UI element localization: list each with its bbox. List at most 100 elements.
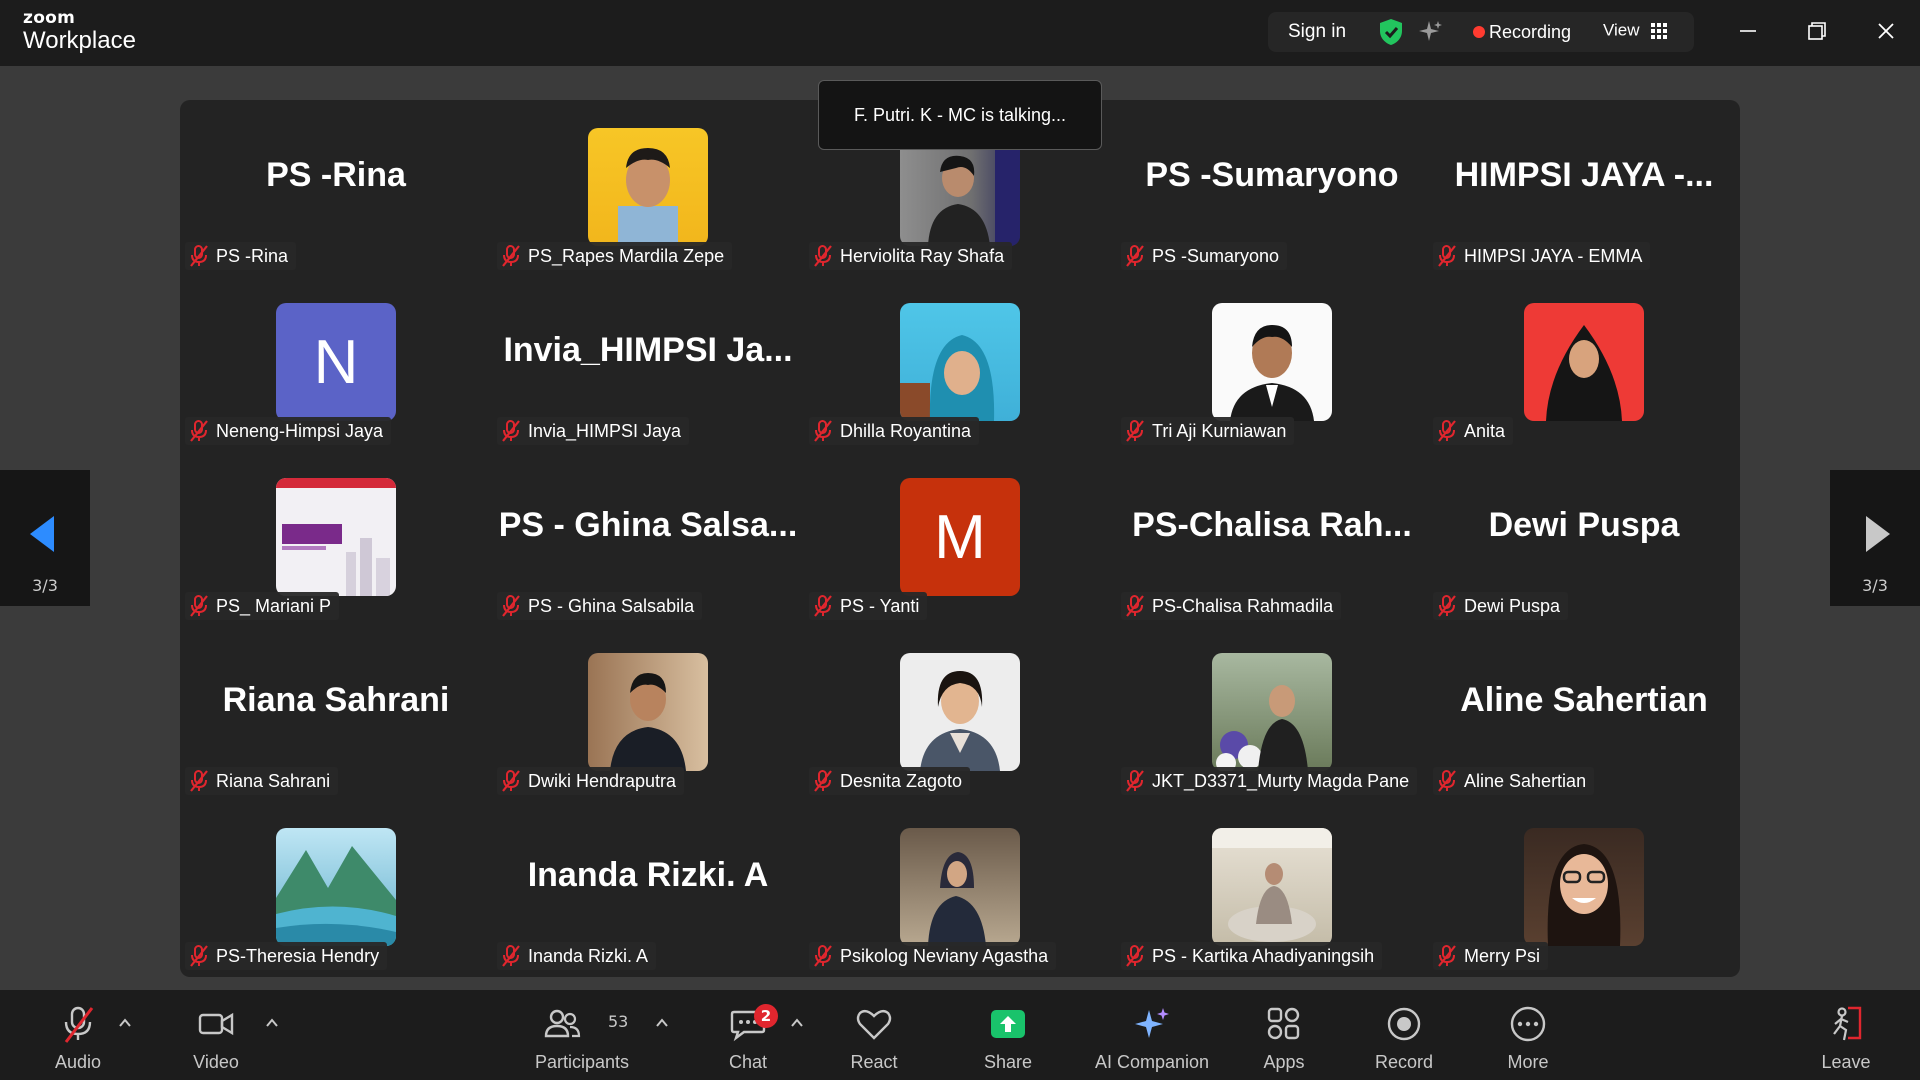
video-options-chevron-icon[interactable] xyxy=(265,1016,279,1030)
participant-tile[interactable]: Invia_HIMPSI Ja... Invia_HIMPSI Jaya xyxy=(492,275,804,450)
chat-options-chevron-icon[interactable] xyxy=(790,1016,804,1030)
participant-tile[interactable]: Desnita Zagoto xyxy=(804,625,1116,800)
top-controls: Sign in Recording View xyxy=(1268,12,1694,52)
participant-name: Tri Aji Kurniawan xyxy=(1152,420,1287,441)
participant-name: PS-Chalisa Rahmadila xyxy=(1152,595,1334,616)
audio-options-chevron-icon[interactable] xyxy=(118,1016,132,1030)
mic-muted-icon xyxy=(190,420,208,442)
grid-icon xyxy=(1650,22,1667,39)
participant-tile[interactable]: PS -Sumaryono PS -Sumaryono xyxy=(1116,100,1428,275)
mic-muted-icon xyxy=(814,770,832,792)
record-label: Record xyxy=(1374,1052,1434,1072)
apps-button[interactable]: Apps xyxy=(1246,990,1322,1080)
more-dots-icon xyxy=(1510,1006,1546,1042)
participant-tile[interactable]: Merry Psi xyxy=(1428,800,1740,975)
participant-tile[interactable]: HIMPSI JAYA -... HIMPSI JAYA - EMMA xyxy=(1428,100,1740,275)
video-label: Video xyxy=(193,1052,239,1072)
security-shield-icon[interactable] xyxy=(1378,18,1404,46)
participant-tile[interactable]: Dewi Puspa Dewi Puspa xyxy=(1428,450,1740,625)
participant-tile[interactable]: N Neneng-Himpsi Jaya xyxy=(180,275,492,450)
participants-label: Participants xyxy=(534,1052,630,1072)
person-photo-icon xyxy=(1547,844,1621,946)
person-photo-icon xyxy=(1546,325,1622,421)
participant-tile[interactable]: JKT_D3371_Murty Magda Pane xyxy=(1116,625,1428,800)
chat-button[interactable]: 2 Chat xyxy=(710,990,786,1080)
react-button[interactable]: React xyxy=(836,990,912,1080)
record-button[interactable]: Record xyxy=(1366,990,1442,1080)
previous-page-button[interactable]: 3/3 xyxy=(0,470,90,606)
participant-name: Desnita Zagoto xyxy=(840,770,963,791)
ai-companion-button[interactable]: AI Companion xyxy=(1090,990,1214,1080)
participant-label: HIMPSI JAYA - EMMA xyxy=(1433,242,1651,270)
person-photo-icon xyxy=(1216,685,1308,771)
mic-muted-icon xyxy=(1126,945,1144,967)
view-button[interactable]: View xyxy=(1603,20,1667,44)
minimize-icon[interactable] xyxy=(1733,16,1763,46)
participants-button[interactable]: 53 Participants xyxy=(520,990,644,1080)
participant-tile[interactable]: Inanda Rizki. A Inanda Rizki. A xyxy=(492,800,804,975)
participant-label: Riana Sahrani xyxy=(185,767,339,795)
sign-in-button[interactable]: Sign in xyxy=(1288,21,1346,43)
app-logo: zoom Workplace xyxy=(23,10,136,53)
participant-tile[interactable]: Anita xyxy=(1428,275,1740,450)
audio-button[interactable]: Audio xyxy=(40,990,116,1080)
participant-avatar xyxy=(1212,303,1332,421)
participant-tile[interactable]: Tri Aji Kurniawan xyxy=(1116,275,1428,450)
participant-name-display: Riana Sahrani xyxy=(222,680,450,719)
participant-label: Dhilla Royantina xyxy=(809,417,980,445)
participant-tile[interactable]: PS_ Mariani P xyxy=(180,450,492,625)
active-speaker-banner: F. Putri. K - MC is talking... xyxy=(818,80,1102,150)
participants-options-chevron-icon[interactable] xyxy=(655,1016,669,1030)
participant-avatar xyxy=(1524,303,1644,421)
page-indicator-left: 3/3 xyxy=(32,576,58,595)
participant-name: Psikolog Neviany Agastha xyxy=(840,945,1049,966)
react-label: React xyxy=(850,1052,898,1072)
mic-muted-icon xyxy=(502,245,520,267)
participant-avatar xyxy=(900,303,1020,421)
participant-name: PS - Ghina Salsabila xyxy=(528,595,695,616)
title-bar: zoom Workplace Sign in Recording View xyxy=(0,0,1920,66)
participant-tile[interactable]: Riana Sahrani Riana Sahrani xyxy=(180,625,492,800)
person-photo-icon xyxy=(618,148,678,246)
participant-name: PS_ Mariani P xyxy=(216,595,332,616)
participant-tile[interactable]: Psikolog Neviany Agastha xyxy=(804,800,1116,975)
leave-button[interactable]: Leave xyxy=(1808,990,1884,1080)
participant-label: Neneng-Himpsi Jaya xyxy=(185,417,392,445)
next-page-button[interactable]: 3/3 xyxy=(1830,470,1920,606)
ai-sparkle-icon[interactable] xyxy=(1418,19,1444,45)
participant-name: Aline Sahertian xyxy=(1464,770,1587,791)
mic-muted-icon xyxy=(502,595,520,617)
participant-name: Herviolita Ray Shafa xyxy=(840,245,1005,266)
participant-tile[interactable]: PS-Chalisa Rah... PS-Chalisa Rahmadila xyxy=(1116,450,1428,625)
audio-label: Audio xyxy=(54,1052,102,1072)
participant-tile[interactable]: M PS - Yanti xyxy=(804,450,1116,625)
share-button[interactable]: Share xyxy=(970,990,1046,1080)
person-photo-icon xyxy=(1230,325,1314,421)
participant-tile[interactable]: PS-Theresia Hendry xyxy=(180,800,492,975)
participant-label: Dwiki Hendraputra xyxy=(497,767,685,795)
participant-tile[interactable]: Dhilla Royantina xyxy=(804,275,1116,450)
mic-muted-icon xyxy=(814,420,832,442)
participant-name: Dhilla Royantina xyxy=(840,420,972,441)
participant-tile[interactable]: PS -Rina PS -Rina xyxy=(180,100,492,275)
participant-tile[interactable]: Dwiki Hendraputra xyxy=(492,625,804,800)
participant-tile[interactable]: PS - Ghina Salsa... PS - Ghina Salsabila xyxy=(492,450,804,625)
participant-label: JKT_D3371_Murty Magda Pane xyxy=(1121,767,1418,795)
participant-tile[interactable]: Aline Sahertian Aline Sahertian xyxy=(1428,625,1740,800)
participant-name-display: PS -Rina xyxy=(266,155,406,194)
participant-label: PS - Yanti xyxy=(809,592,928,620)
participant-avatar xyxy=(1524,828,1644,946)
participant-name-display: Invia_HIMPSI Ja... xyxy=(503,330,793,369)
participant-label: Anita xyxy=(1433,417,1514,445)
participant-name-display: Dewi Puspa xyxy=(1488,505,1680,544)
gallery-stage: PS -Rina PS -Rina PS_Rapes Mardila Zepe … xyxy=(180,100,1740,977)
recording-dot-icon xyxy=(1473,26,1485,38)
participant-name: Merry Psi xyxy=(1464,945,1540,966)
close-icon[interactable] xyxy=(1871,16,1901,46)
restore-icon[interactable] xyxy=(1802,16,1832,46)
participant-tile[interactable]: PS - Kartika Ahadiyaningsih xyxy=(1116,800,1428,975)
participant-tile[interactable]: PS_Rapes Mardila Zepe xyxy=(492,100,804,275)
landscape-image-icon xyxy=(276,846,396,946)
more-button[interactable]: More xyxy=(1490,990,1566,1080)
video-button[interactable]: Video xyxy=(178,990,254,1080)
